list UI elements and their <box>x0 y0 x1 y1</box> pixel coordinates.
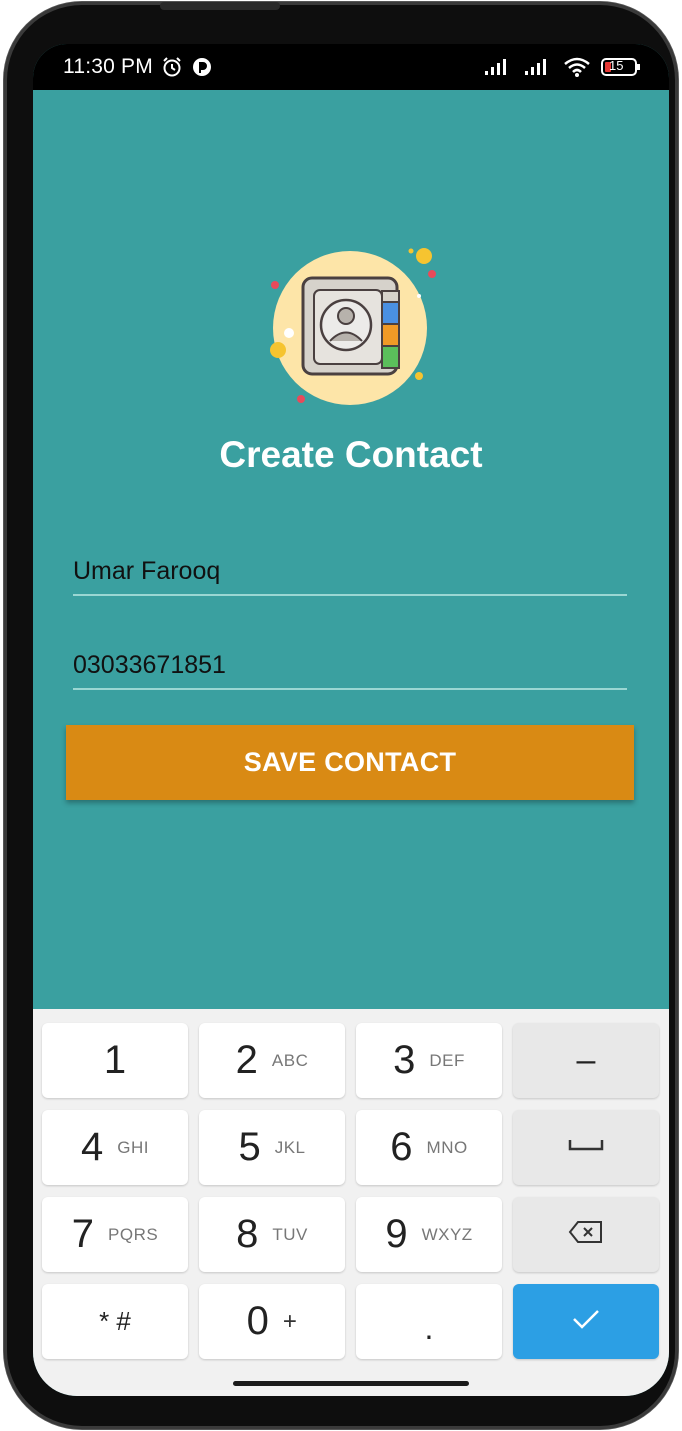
gesture-nav-handle[interactable] <box>233 1381 469 1386</box>
signal-icon-2 <box>523 57 553 77</box>
key-5[interactable]: 5 JKL <box>199 1110 345 1185</box>
key-6[interactable]: 6 MNO <box>356 1110 502 1185</box>
save-contact-button[interactable]: SAVE CONTACT <box>66 725 634 800</box>
phone-input[interactable]: 03033671851 <box>73 640 627 690</box>
key-4[interactable]: 4 GHI <box>42 1110 188 1185</box>
battery-level: 15 <box>609 58 624 73</box>
key-9[interactable]: 9 WXYZ <box>356 1197 502 1272</box>
phone-speaker <box>160 2 280 10</box>
battery-icon: 15 <box>601 56 641 78</box>
alarm-icon <box>161 56 183 78</box>
key-0[interactable]: 0 + <box>199 1284 345 1359</box>
key-2[interactable]: 2 ABC <box>199 1023 345 1098</box>
done-key[interactable] <box>513 1284 659 1359</box>
numeric-keyboard: 1 2 ABC 3 DEF – 4 GHI 5 JKL 6 MNO 7 PQRS… <box>33 1009 669 1396</box>
key-3[interactable]: 3 DEF <box>356 1023 502 1098</box>
minus-key[interactable]: – <box>513 1023 659 1098</box>
dot-key[interactable]: . <box>356 1284 502 1359</box>
page-title: Create Contact <box>219 434 483 475</box>
space-key[interactable] <box>513 1110 659 1185</box>
app-notification-icon <box>191 56 213 78</box>
key-8[interactable]: 8 TUV <box>199 1197 345 1272</box>
status-bar: 11:30 PM 15 <box>33 44 669 90</box>
key-1[interactable]: 1 <box>42 1023 188 1098</box>
symbols-key[interactable]: * # <box>42 1284 188 1359</box>
key-7[interactable]: 7 PQRS <box>42 1197 188 1272</box>
name-input[interactable]: Umar Farooq <box>73 546 627 596</box>
signal-icon-1 <box>483 57 513 77</box>
checkmark-icon <box>571 1308 601 1335</box>
backspace-icon <box>568 1220 604 1249</box>
wifi-icon <box>563 56 591 78</box>
app-screen: 11:30 PM 15 Create Contact Umar Farooq 0… <box>33 44 669 1396</box>
contact-book-icon <box>261 240 441 410</box>
status-time: 11:30 PM <box>63 55 153 78</box>
backspace-key[interactable] <box>513 1197 659 1272</box>
space-icon <box>568 1138 604 1157</box>
